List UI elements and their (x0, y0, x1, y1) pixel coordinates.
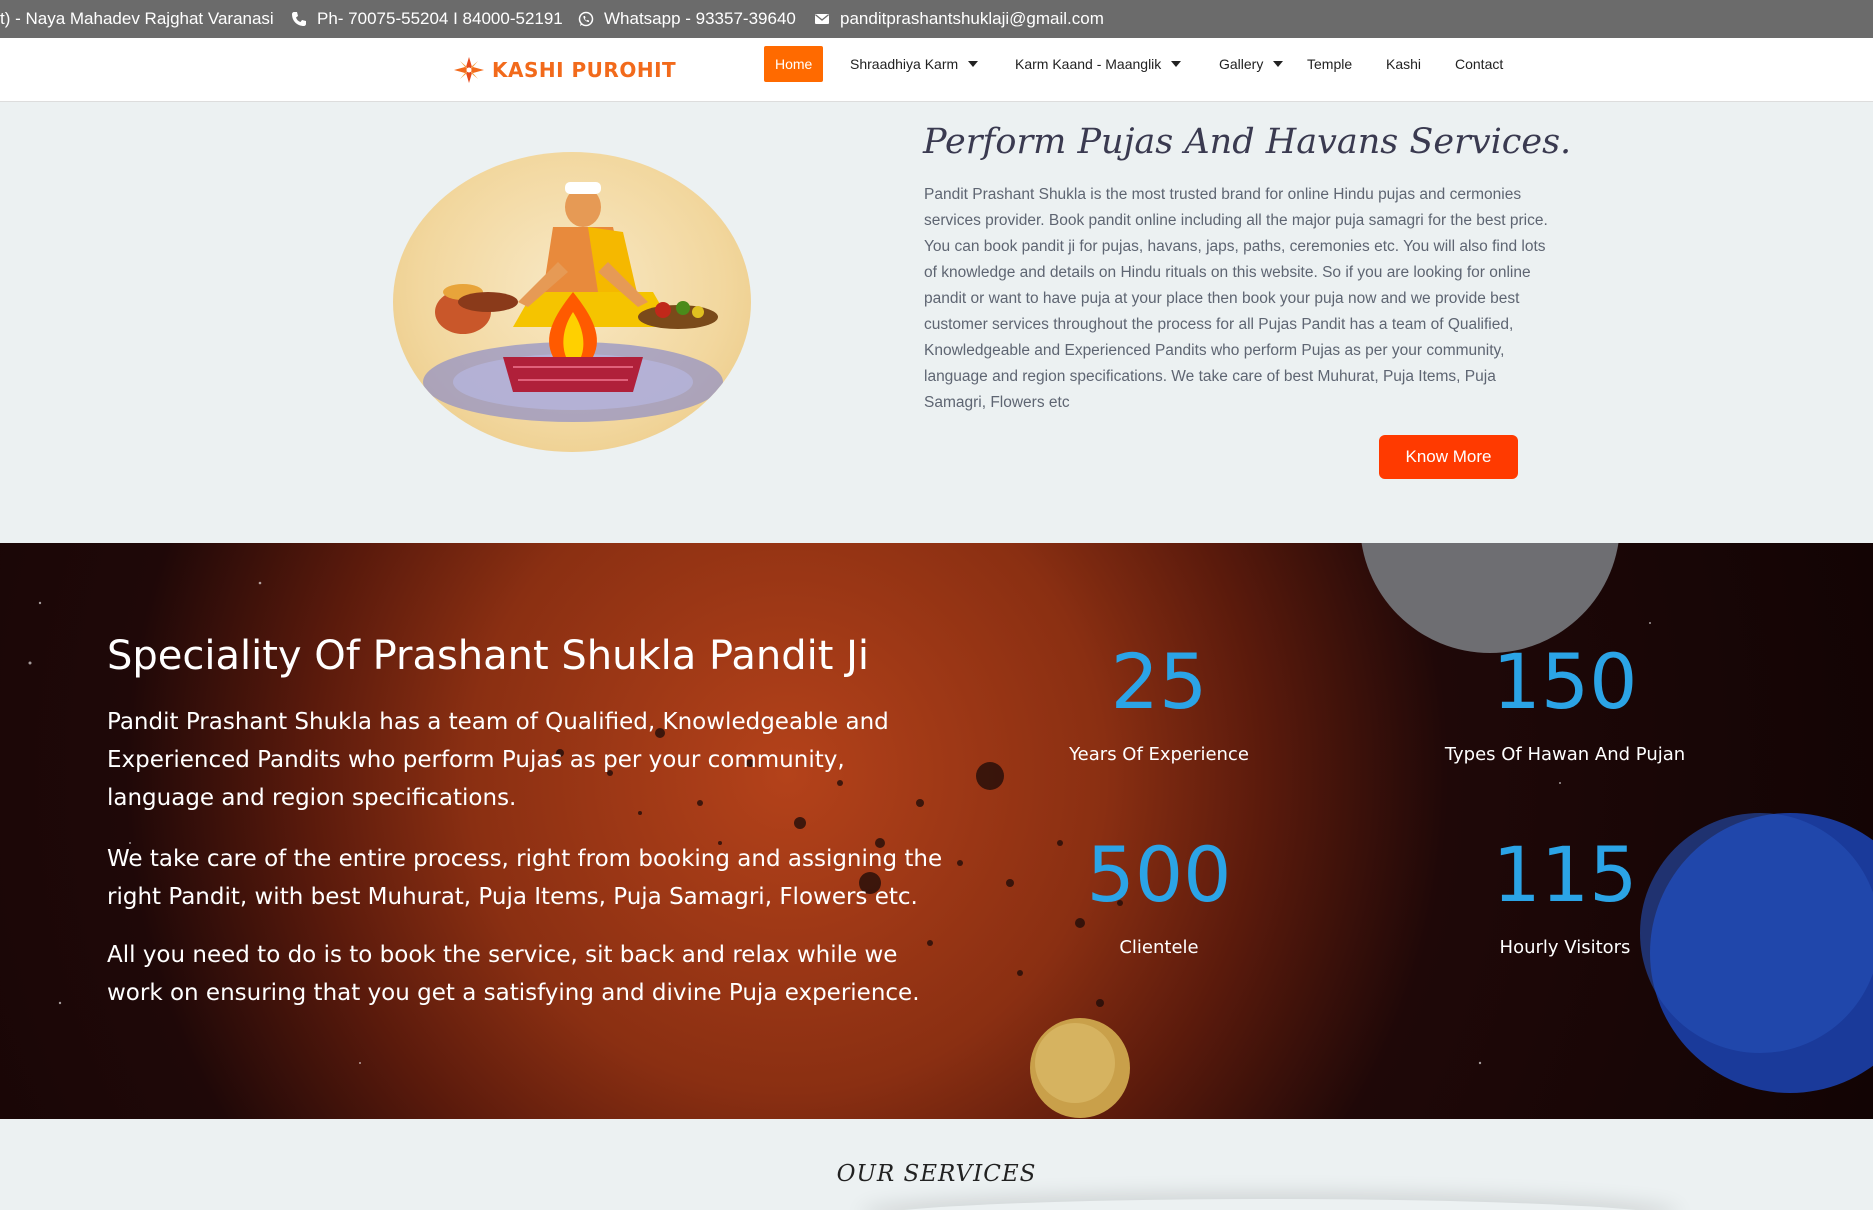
nav-kashi[interactable]: Kashi (1376, 46, 1431, 82)
chevron-down-icon (1171, 61, 1182, 67)
services-card-edge (860, 1199, 1680, 1210)
speciality-title: Speciality Of Prashant Shukla Pandit Ji (107, 633, 870, 679)
speciality-section: Speciality Of Prashant Shukla Pandit Ji … (0, 543, 1873, 1119)
nav-gallery[interactable]: Gallery (1209, 46, 1293, 82)
nav-home[interactable]: Home (764, 46, 824, 82)
stat-types-value: 150 (1492, 637, 1638, 726)
intro-section: Perform Pujas And Havans Services. Pandi… (0, 102, 1873, 543)
nav-kashi-label: Kashi (1386, 56, 1422, 72)
stat-clientele-value: 500 (1086, 830, 1232, 919)
chevron-down-icon (1273, 61, 1284, 67)
intro-title: Perform Pujas And Havans Services. (923, 122, 1572, 162)
chevron-down-icon (968, 61, 979, 67)
nav-contact-label: Contact (1455, 56, 1504, 72)
whatsapp-info[interactable]: Whatsapp - 93357-39640 (578, 0, 796, 38)
services-title: OUR SERVICES (836, 1161, 1037, 1187)
speciality-paragraph: We take care of the entire process, righ… (107, 846, 943, 910)
nav-contact[interactable]: Contact (1445, 46, 1513, 82)
stat-visitors-label: Hourly Visitors (1499, 937, 1631, 958)
logo-text: KASHI PUROHIT (492, 58, 677, 82)
stat-years-label: Years Of Experience (1069, 744, 1249, 765)
address-text: t) - Naya Mahadev Rajghat Varanasi (0, 0, 274, 38)
puja-illustration (393, 152, 751, 452)
logo-icon (454, 57, 484, 83)
intro-description: Pandit Prashant Shukla is the most trust… (924, 186, 1548, 411)
whatsapp-label: Whatsapp - 93357-39640 (604, 9, 796, 28)
speciality-paragraph: Pandit Prashant Shukla has a team of Qua… (107, 709, 889, 811)
stat-types-label: Types Of Hawan And Pujan (1444, 744, 1686, 765)
nav-home-label: Home (775, 56, 813, 72)
speciality-paragraph: All you need to do is to book the servic… (107, 942, 920, 1006)
nav-karm-kaand-label: Karm Kaand - Maanglik (1015, 56, 1162, 72)
pandit-havan-image (423, 182, 723, 422)
nav-temple-label: Temple (1307, 56, 1353, 72)
phone-label: Ph- 70075-55204 I 84000-52191 (317, 9, 563, 28)
email-label: panditprashantshuklaji@gmail.com (840, 9, 1104, 28)
email-info[interactable]: panditprashantshuklaji@gmail.com (814, 0, 1104, 38)
stat-visitors-value: 115 (1492, 830, 1638, 919)
nav-shraadhiya-karm[interactable]: Shraadhiya Karm (840, 46, 988, 82)
nav-shraadhiya-karm-label: Shraadhiya Karm (850, 56, 959, 72)
site-logo[interactable]: KASHI PUROHIT (452, 52, 676, 88)
know-more-button[interactable]: Know More (1379, 435, 1518, 479)
address-label: t) - Naya Mahadev Rajghat Varanasi (0, 9, 274, 28)
nav-gallery-label: Gallery (1219, 56, 1264, 72)
main-navbar: KASHI PUROHIT Home Shraadhiya Karm Karm … (0, 38, 1873, 102)
nav-temple[interactable]: Temple (1297, 46, 1362, 82)
nav-karm-kaand[interactable]: Karm Kaand - Maanglik (1005, 46, 1191, 82)
phone-info[interactable]: Ph- 70075-55204 I 84000-52191 (291, 0, 563, 38)
services-section: OUR SERVICES (0, 1119, 1873, 1210)
top-info-bar: t) - Naya Mahadev Rajghat Varanasi Ph- 7… (0, 0, 1873, 38)
stat-years-value: 25 (1110, 637, 1208, 726)
whatsapp-icon (578, 11, 594, 27)
envelope-icon (815, 14, 829, 24)
phone-icon (292, 12, 306, 26)
stat-clientele-label: Clientele (1119, 937, 1199, 958)
